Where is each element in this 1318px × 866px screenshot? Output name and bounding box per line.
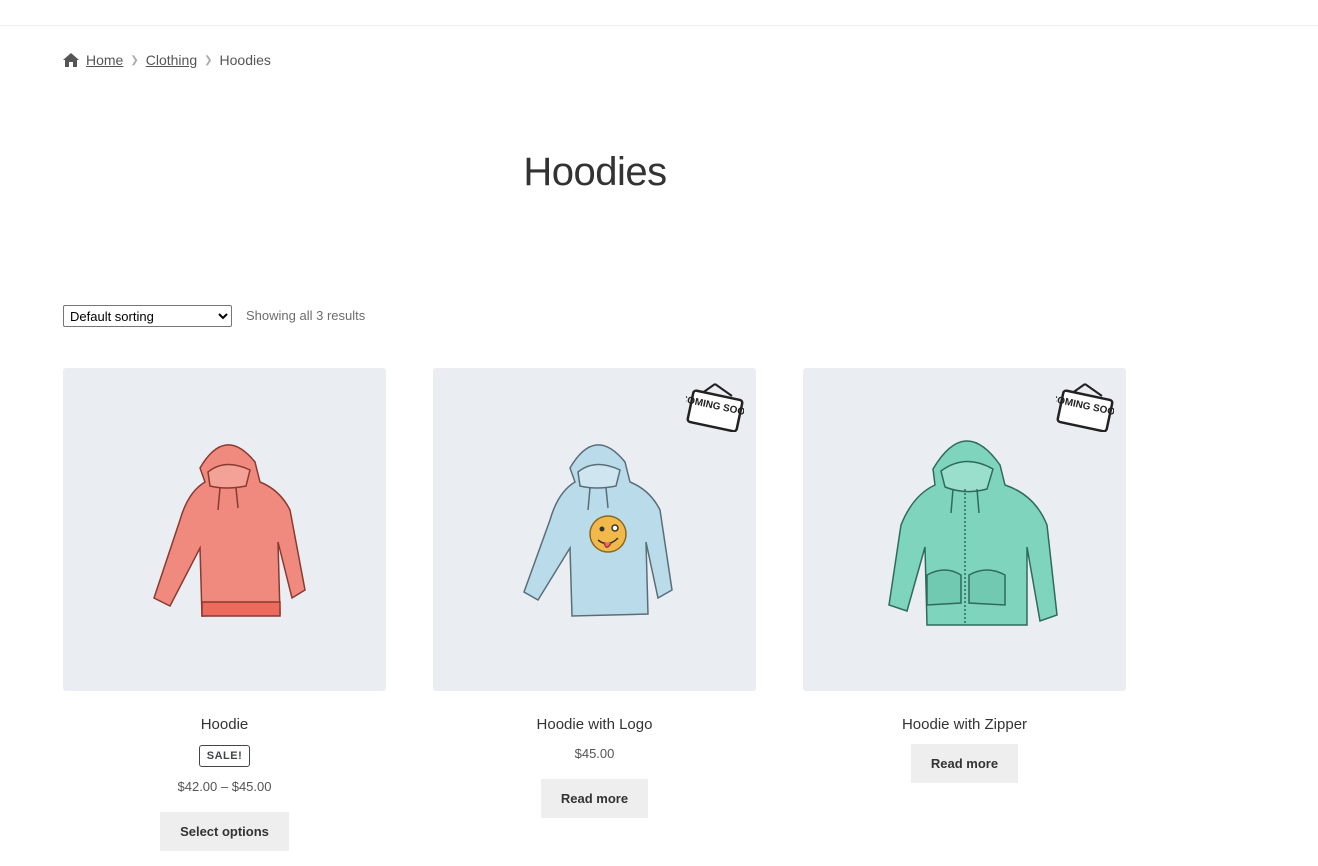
- coming-soon-sign-icon: COMING SOON: [1056, 383, 1114, 432]
- coming-soon-sign-icon: COMING SOON: [686, 383, 744, 432]
- product-card: COMING SOON Hoodie with Zipper Read more: [803, 368, 1126, 851]
- chevron-right-icon: ❯: [130, 54, 139, 66]
- hoodie-with-logo-image: [522, 443, 673, 617]
- product-image-link[interactable]: COMING SOON: [433, 368, 756, 691]
- product-card: Hoodie SALE! $42.00 – $45.00 Select opti…: [63, 368, 386, 851]
- product-title[interactable]: Hoodie with Logo: [433, 716, 756, 734]
- read-more-button[interactable]: Read more: [540, 779, 649, 818]
- header-divider: [0, 25, 1318, 26]
- sale-badge: SALE!: [198, 745, 251, 767]
- product-grid: Hoodie SALE! $42.00 – $45.00 Select opti…: [63, 368, 1126, 851]
- product-card: COMING SOON Hoodie with Logo $45.00 Read…: [433, 368, 756, 851]
- breadcrumb-current: Hoodies: [219, 52, 271, 68]
- hoodie-image: [152, 443, 306, 617]
- select-options-button[interactable]: Select options: [160, 812, 289, 851]
- product-image-link[interactable]: [63, 368, 386, 691]
- result-count: Showing all 3 results: [246, 308, 366, 323]
- breadcrumb-home-link[interactable]: Home: [86, 52, 123, 68]
- chevron-right-icon: ❯: [204, 54, 213, 66]
- read-more-button[interactable]: Read more: [910, 744, 1019, 783]
- product-image-link[interactable]: COMING SOON: [803, 368, 1126, 691]
- sorting-select[interactable]: Default sorting: [63, 305, 232, 327]
- breadcrumb: Home ❯ Clothing ❯ Hoodies: [63, 51, 271, 69]
- home-icon[interactable]: [63, 53, 79, 67]
- product-title[interactable]: Hoodie: [63, 716, 386, 734]
- product-title[interactable]: Hoodie with Zipper: [803, 716, 1126, 734]
- breadcrumb-clothing-link[interactable]: Clothing: [146, 52, 197, 68]
- page-title: Hoodies: [523, 150, 667, 194]
- hoodie-with-zipper-image: [887, 439, 1058, 626]
- product-price: $45.00: [574, 746, 615, 761]
- product-price: $42.00 – $45.00: [177, 779, 272, 794]
